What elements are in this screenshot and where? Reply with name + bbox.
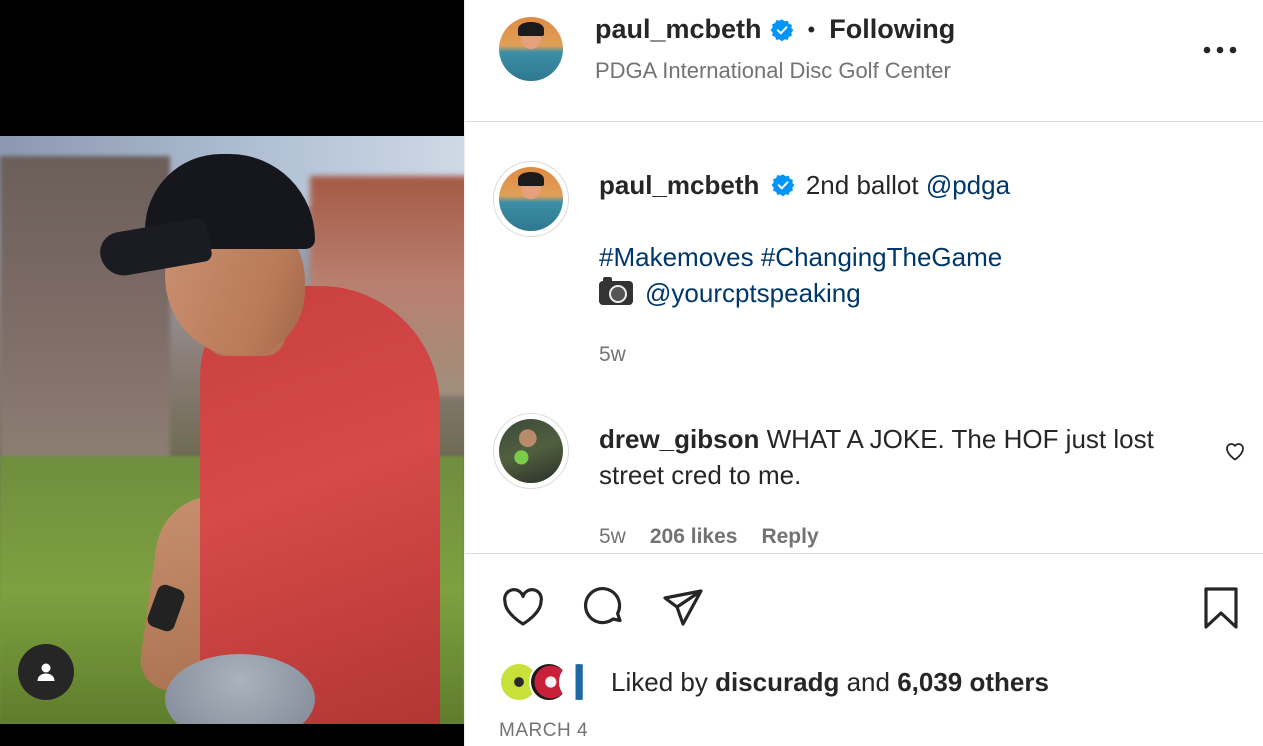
comment-like-heart-icon[interactable] [1223,439,1247,463]
paper-plane-icon[interactable] [659,584,707,632]
post-photo[interactable] [0,136,464,724]
photo-credit-mention-link[interactable]: @yourcptspeaking [645,275,861,311]
commenter-username[interactable]: drew_gibson [599,424,759,454]
photo-shirt-print [347,360,453,491]
header-separator: • [807,16,816,42]
photo-background-building [0,156,170,466]
caption-line-1: paul_mcbeth 2nd ballot @pdga [599,167,1199,203]
more-options-button[interactable] [1200,30,1240,70]
comment-bubble-icon[interactable] [579,584,627,632]
likes-summary: Liked by discuradg and 6,039 others [499,662,1049,702]
post-media-panel [0,0,464,746]
post-actions-section: Liked by discuradg and 6,039 others MARC… [465,553,1263,746]
author-row: paul_mcbeth • Following [595,14,955,45]
likes-others-link[interactable]: 6,039 others [897,667,1049,697]
more-horizontal-icon [1203,46,1237,54]
user-tag-icon [37,663,55,681]
comment-timestamp[interactable]: 5w [599,525,626,549]
caption-photo-credit: @yourcptspeaking [599,275,861,311]
author-username[interactable]: paul_mcbeth [595,14,762,45]
camera-icon [599,277,633,305]
caption-hashtags[interactable]: #Makemoves #ChangingTheGame [599,239,1002,275]
comment-meta: 5w 206 likes Reply [599,525,819,549]
following-button[interactable]: Following [829,14,955,45]
comment-likes-count[interactable]: 206 likes [650,525,738,549]
caption-mention-link[interactable]: @pdga [926,170,1010,200]
tagged-users-button[interactable] [18,644,74,700]
caption-author-avatar[interactable] [499,167,563,231]
comment-text: drew_gibson WHAT A JOKE. The HOF just lo… [599,421,1199,493]
top-liker-username[interactable]: discuradg [715,667,839,697]
heart-icon[interactable] [499,584,547,632]
caption-timestamp[interactable]: 5w [599,343,626,367]
liker-avatar[interactable] [559,662,599,702]
author-avatar[interactable] [499,17,563,81]
comment-reply-button[interactable]: Reply [761,525,818,549]
post-location[interactable]: PDGA International Disc Golf Center [595,58,951,84]
bookmark-icon[interactable] [1197,584,1245,632]
comments-list[interactable]: paul_mcbeth 2nd ballot @pdga #Makemoves … [465,123,1263,553]
commenter-avatar[interactable] [499,419,563,483]
caption-username[interactable]: paul_mcbeth [599,170,759,200]
liked-by-prefix: Liked by [611,666,708,697]
post-date[interactable]: MARCH 4 [499,720,588,742]
verified-badge-icon [771,174,795,197]
liked-by-text: Liked by discuradg and 6,039 others [611,667,1049,698]
liked-by-connector: and [846,666,890,697]
verified-badge-icon [770,18,793,41]
post-header: paul_mcbeth • Following PDGA Internation… [465,0,1263,122]
caption-body: 2nd ballot [805,170,926,200]
post-details-panel: paul_mcbeth • Following PDGA Internation… [464,0,1263,746]
